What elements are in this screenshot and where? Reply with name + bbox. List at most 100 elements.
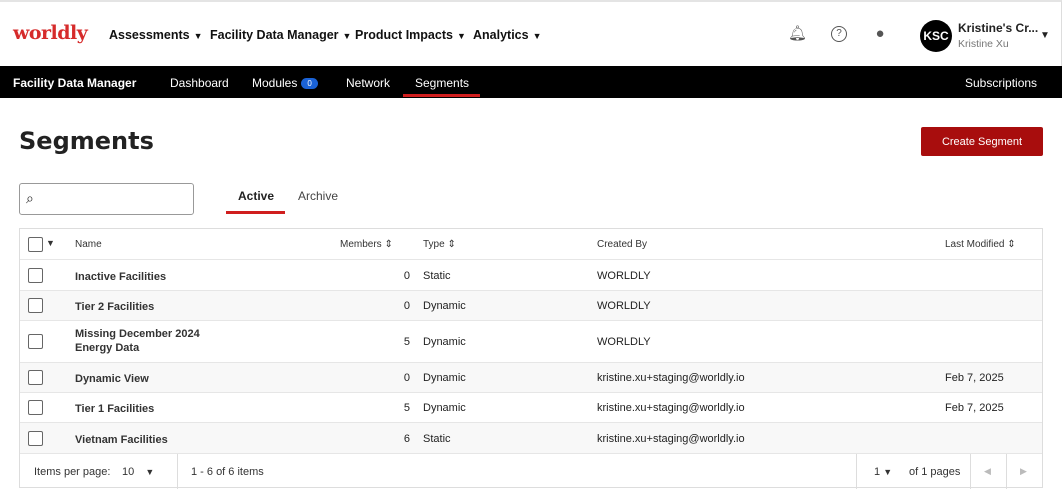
column-last-modified[interactable]: Last Modified ⇕ <box>945 239 1016 250</box>
active-tab-indicator <box>226 211 285 214</box>
subnav-title: Facility Data Manager <box>13 76 137 90</box>
table-row[interactable]: Tier 2 Facilities 0 Dynamic WORLDLY <box>20 291 1042 321</box>
segment-type: Dynamic <box>423 402 466 414</box>
page-count-text: of 1 pages <box>909 466 961 478</box>
segment-name[interactable]: Tier 1 Facilities <box>75 402 225 416</box>
subnav-segments[interactable]: Segments <box>415 76 469 90</box>
segment-type: Dynamic <box>423 336 466 348</box>
tab-active[interactable]: Active <box>238 189 274 203</box>
row-checkbox[interactable] <box>28 298 43 313</box>
members-count: 0 <box>403 372 410 384</box>
create-segment-button[interactable]: Create Segment <box>921 127 1043 156</box>
user-subtitle: Kristine Xu <box>958 38 1009 50</box>
sort-icon: ⇕ <box>1007 239 1016 250</box>
divider <box>856 454 857 489</box>
table-row[interactable]: Missing December 2024 Energy Data 5 Dyna… <box>20 321 1042 363</box>
menu-facility-data-manager[interactable]: Facility Data Manager ▼ <box>210 28 351 42</box>
sub-navigation: Facility Data Manager Dashboard Modules 0… <box>0 66 1062 98</box>
members-count: 5 <box>403 402 410 414</box>
help-icon[interactable]: ? <box>831 26 847 42</box>
chevron-down-icon[interactable]: ▼ <box>46 238 55 248</box>
next-page-icon[interactable]: ▶ <box>1020 466 1027 477</box>
last-modified: Feb 7, 2025 <box>945 402 1004 414</box>
sort-icon: ⇕ <box>447 239 456 250</box>
column-name[interactable]: Name <box>75 239 102 250</box>
column-members[interactable]: Members ⇕ <box>340 239 393 250</box>
subnav-subscriptions[interactable]: Subscriptions <box>965 76 1037 90</box>
items-per-page-label: Items per page: <box>34 466 111 478</box>
top-header: worldly Assessments ▼ Facility Data Manag… <box>0 0 1062 66</box>
chevron-down-icon: ▼ <box>532 31 542 41</box>
created-by: kristine.xu+staging@worldly.io <box>597 402 745 414</box>
divider <box>1006 454 1007 489</box>
menu-label: Analytics <box>473 28 529 42</box>
subnav-network[interactable]: Network <box>346 76 390 90</box>
row-checkbox[interactable] <box>28 268 43 283</box>
members-count: 0 <box>403 300 410 312</box>
tab-archive[interactable]: Archive <box>298 189 338 203</box>
table-row[interactable]: Tier 1 Facilities 5 Dynamic kristine.xu+… <box>20 393 1042 423</box>
table-row[interactable]: Vietnam Facilities 6 Static kristine.xu+… <box>20 423 1042 454</box>
user-name[interactable]: Kristine's Cr... <box>958 21 1038 35</box>
segment-name[interactable]: Missing December 2024 Energy Data <box>75 327 225 355</box>
subnav-dashboard[interactable]: Dashboard <box>170 76 229 90</box>
last-modified: Feb 7, 2025 <box>945 372 1004 384</box>
search-box[interactable]: ⌕ <box>19 183 194 215</box>
column-label: Last Modified <box>945 239 1005 250</box>
segment-type: Dynamic <box>423 372 466 384</box>
chevron-down-icon[interactable]: ▼ <box>1040 30 1050 41</box>
range-text: 1 - 6 of 6 items <box>191 466 264 478</box>
row-checkbox[interactable] <box>28 400 43 415</box>
page-value: 1 <box>874 466 881 478</box>
subnav-label: Modules <box>252 76 298 90</box>
chevron-down-icon: ▼ <box>342 31 352 41</box>
bell-icon[interactable]: 🔔︎ <box>788 26 807 42</box>
items-per-page-select[interactable]: 10 ▼ <box>122 466 154 478</box>
avatar[interactable]: KSC <box>920 20 952 52</box>
prev-page-icon[interactable]: ◀ <box>984 466 991 477</box>
search-icon: ⌕ <box>26 190 34 206</box>
segments-table: ▼ Name Members ⇕ Type ⇕ Created By Last … <box>19 228 1043 489</box>
segment-type: Static <box>423 433 451 445</box>
chevron-down-icon: ▼ <box>193 31 203 41</box>
page-select[interactable]: 1 ▼ <box>874 466 892 478</box>
created-by: WORLDLY <box>597 336 651 348</box>
modules-count-badge: 0 <box>301 78 318 90</box>
subnav-modules[interactable]: Modules 0 <box>252 76 318 90</box>
active-indicator <box>403 94 480 97</box>
created-by: kristine.xu+staging@worldly.io <box>597 433 745 445</box>
segment-name[interactable]: Inactive Facilities <box>75 270 225 284</box>
created-by: WORLDLY <box>597 300 651 312</box>
pagination-footer: Items per page: 10 ▼ 1 - 6 of 6 items 1 … <box>20 454 1042 489</box>
page-title: Segments <box>19 127 154 155</box>
worldly-logo[interactable]: worldly <box>13 22 88 44</box>
column-type[interactable]: Type ⇕ <box>423 239 456 250</box>
search-input[interactable] <box>48 188 188 210</box>
table-row[interactable]: Inactive Facilities 0 Static WORLDLY <box>20 260 1042 291</box>
divider <box>177 454 178 489</box>
menu-label: Facility Data Manager <box>210 28 339 42</box>
select-all-checkbox[interactable] <box>28 237 43 252</box>
menu-product-impacts[interactable]: Product Impacts ▼ <box>355 28 466 42</box>
segment-name[interactable]: Tier 2 Facilities <box>75 300 225 314</box>
created-by: WORLDLY <box>597 270 651 282</box>
segment-name[interactable]: Dynamic View <box>75 372 225 386</box>
row-checkbox[interactable] <box>28 370 43 385</box>
column-created-by: Created By <box>597 239 648 250</box>
divider <box>970 454 971 489</box>
row-checkbox[interactable] <box>28 431 43 446</box>
members-count: 0 <box>403 270 410 282</box>
menu-assessments[interactable]: Assessments ▼ <box>109 28 203 42</box>
globe-icon[interactable]: ● <box>872 26 888 42</box>
row-checkbox[interactable] <box>28 334 43 349</box>
column-label: Type <box>423 239 445 250</box>
items-per-page-value: 10 <box>122 466 135 478</box>
segment-name[interactable]: Vietnam Facilities <box>75 433 225 447</box>
sort-icon: ⇕ <box>384 239 393 250</box>
menu-analytics[interactable]: Analytics ▼ <box>473 28 542 42</box>
column-label: Members <box>340 239 382 250</box>
created-by: kristine.xu+staging@worldly.io <box>597 372 745 384</box>
segment-type: Static <box>423 270 451 282</box>
table-row[interactable]: Dynamic View 0 Dynamic kristine.xu+stagi… <box>20 363 1042 393</box>
members-count: 5 <box>403 336 410 348</box>
